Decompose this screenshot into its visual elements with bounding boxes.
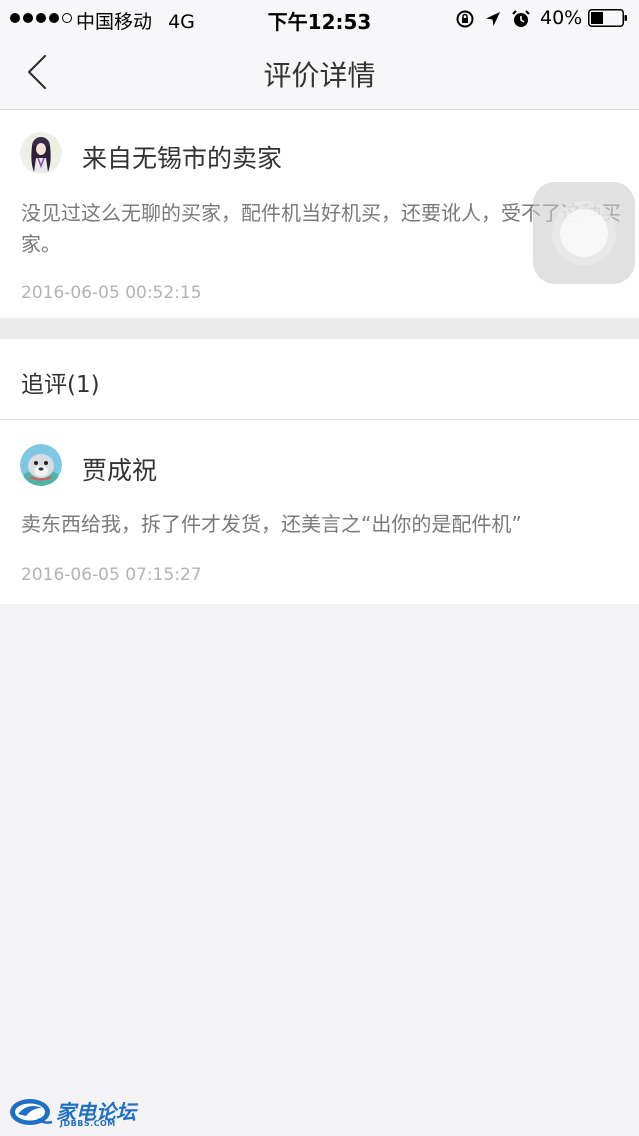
buyer-avatar — [20, 444, 62, 486]
rotation-lock-icon — [456, 10, 474, 28]
page-title: 评价详情 — [263, 59, 376, 92]
status-icons — [455, 9, 531, 29]
watermark-subtitle: JDBBS.COM — [60, 1119, 116, 1128]
alarm-clock-icon — [512, 10, 530, 27]
assistive-touch-button[interactable] — [533, 182, 635, 284]
seller-name: 来自无锡市的卖家 — [82, 144, 283, 173]
watermark-logo: 家电论坛 JDBBS.COM — [8, 1094, 138, 1130]
buyer-name: 贾成祝 — [82, 456, 158, 485]
followup-card: 贾成祝 卖东西给我，拆了件才发货，还美言之“出你的是配件机” 2016-06-0… — [0, 420, 639, 604]
forum-logo-icon — [10, 1099, 53, 1125]
battery-percent: 40% — [540, 7, 583, 29]
followup-date: 2016-06-05 07:15:27 — [21, 565, 202, 585]
followup-count-label: 追评(1) — [21, 372, 100, 398]
followup-header: 追评(1) — [0, 339, 639, 420]
seller-avatar — [20, 132, 62, 174]
battery-icon — [588, 9, 627, 27]
location-arrow-icon — [486, 12, 500, 26]
review-text: 没见过这么无聊的买家，配件机当好机买，还要讹人，受不了这种买家。 — [21, 201, 621, 256]
nav-bar: 评价详情 — [0, 36, 639, 110]
review-date: 2016-06-05 00:52:15 — [21, 283, 202, 303]
section-divider — [0, 318, 639, 339]
followup-text: 卖东西给我，拆了件才发货，还美言之“出你的是配件机” — [21, 512, 522, 536]
status-bar: 中国移动 4G 下午12:53 40% — [0, 0, 639, 36]
